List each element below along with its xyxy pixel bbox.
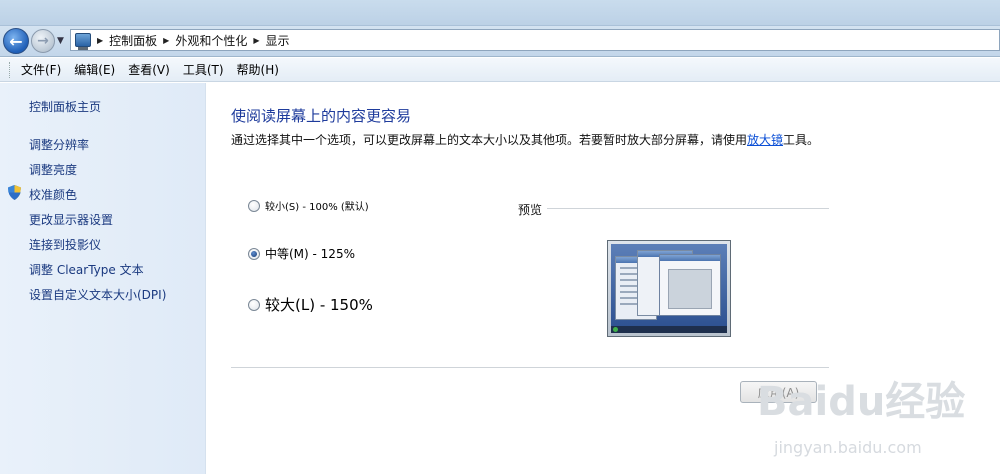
chevron-right-icon[interactable]: ▶ xyxy=(97,36,103,45)
forward-button[interactable]: → xyxy=(31,29,55,53)
description-text: 通过选择其中一个选项，可以更改屏幕上的文本大小以及其他项。若要暂时放大部分屏幕，… xyxy=(231,133,748,147)
sidebar-item-adjust-brightness[interactable]: 调整亮度 xyxy=(29,161,77,178)
window-title-bar xyxy=(0,0,1000,26)
radio-smaller[interactable] xyxy=(248,199,260,212)
menu-edit[interactable]: 编辑(E) xyxy=(68,61,122,78)
sidebar-item-calibrate-color[interactable]: 校准颜色 xyxy=(29,186,77,203)
menu-grip xyxy=(9,61,11,78)
breadcrumb-appearance[interactable]: 外观和个性化 xyxy=(175,32,247,49)
menu-file[interactable]: 文件(F) xyxy=(15,61,68,78)
sidebar-item-control-panel-home[interactable]: 控制面板主页 xyxy=(29,98,101,115)
forward-arrow-icon: → xyxy=(37,33,49,49)
option-larger-label: 较大(L) - 150% xyxy=(265,296,373,314)
chevron-right-icon[interactable]: ▶ xyxy=(253,36,259,45)
menu-tools[interactable]: 工具(T) xyxy=(177,61,231,78)
watermark-logo-text: Baidu经验 xyxy=(757,379,966,425)
option-smaller-label: 较小(S) - 100% (默认) xyxy=(265,202,369,213)
preview-divider xyxy=(547,208,829,209)
divider xyxy=(231,367,829,368)
shield-icon xyxy=(8,185,21,200)
magnifier-link[interactable]: 放大镜 xyxy=(747,133,783,147)
recent-pages-dropdown-icon[interactable]: ▼ xyxy=(57,36,64,46)
sidebar-item-cleartype[interactable]: 调整 ClearType 文本 xyxy=(29,261,144,278)
baidu-watermark-logo: Baidu经验 xyxy=(757,368,997,428)
control-panel-icon xyxy=(75,33,91,50)
breadcrumb-display[interactable]: 显示 xyxy=(266,32,290,49)
sidebar-item-change-display-settings[interactable]: 更改显示器设置 xyxy=(29,211,113,228)
menu-help[interactable]: 帮助(H) xyxy=(231,61,286,78)
description-text-end: 工具。 xyxy=(783,133,820,147)
page-title: 使阅读屏幕上的内容更容易 xyxy=(231,107,412,125)
sidebar-item-custom-dpi[interactable]: 设置自定义文本大小(DPI) xyxy=(29,286,166,303)
address-bar[interactable]: ▶ 控制面板 ▶ 外观和个性化 ▶ 显示 xyxy=(70,29,1000,51)
back-button[interactable]: ← xyxy=(3,28,29,54)
sidebar-item-adjust-resolution[interactable]: 调整分辨率 xyxy=(29,136,89,153)
radio-larger[interactable] xyxy=(248,298,260,311)
preview-label: 预览 xyxy=(518,203,543,217)
option-medium[interactable]: 中等(M) - 125% xyxy=(248,245,355,262)
option-medium-label: 中等(M) - 125% xyxy=(265,247,355,261)
chevron-right-icon[interactable]: ▶ xyxy=(163,36,169,45)
breadcrumb-control-panel[interactable]: 控制面板 xyxy=(109,32,157,49)
option-smaller[interactable]: 较小(S) - 100% (默认) xyxy=(248,198,369,213)
radio-medium[interactable] xyxy=(248,247,260,260)
page-description: 通过选择其中一个选项，可以更改屏幕上的文本大小以及其他项。若要暂时放大部分屏幕，… xyxy=(231,131,821,149)
preview-image xyxy=(607,240,731,337)
menu-view[interactable]: 查看(V) xyxy=(122,61,177,78)
sidebar: 控制面板主页 调整分辨率 调整亮度 校准颜色 更改显示器设置 连接到投影仪 调整… xyxy=(0,83,206,474)
back-arrow-icon: ← xyxy=(9,31,23,51)
option-larger[interactable]: 较大(L) - 150% xyxy=(248,294,373,315)
watermark-url: jingyan.baidu.com xyxy=(774,438,922,457)
sidebar-item-connect-projector[interactable]: 连接到投影仪 xyxy=(29,236,101,253)
menu-bar: 文件(F) 编辑(E) 查看(V) 工具(T) 帮助(H) xyxy=(0,58,1000,82)
